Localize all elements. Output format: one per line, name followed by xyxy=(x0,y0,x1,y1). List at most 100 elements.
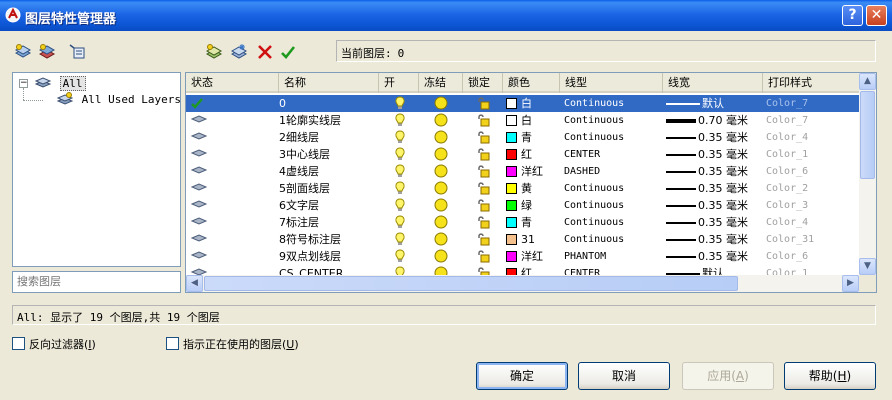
layer-lineweight[interactable]: 0.35 毫米 xyxy=(666,180,763,197)
column-header-lineweight[interactable]: 线宽 xyxy=(663,73,763,93)
unlocked-padlock-icon[interactable] xyxy=(476,181,490,198)
thaw-sun-icon[interactable] xyxy=(434,96,448,113)
lightbulb-on-icon[interactable] xyxy=(394,96,406,113)
layer-color[interactable]: 洋红 xyxy=(506,163,560,180)
layer-linetype[interactable]: Continuous xyxy=(564,197,663,214)
layer-name[interactable]: 5剖面线层 xyxy=(279,180,379,197)
scroll-right-button[interactable]: ▶ xyxy=(842,275,859,292)
column-header-color[interactable]: 颜色 xyxy=(503,73,560,93)
layer-linetype[interactable]: Continuous xyxy=(564,231,663,248)
layer-name[interactable]: 2细线层 xyxy=(279,129,379,146)
delete-layer-icon[interactable] xyxy=(256,43,274,61)
lightbulb-on-icon[interactable] xyxy=(394,249,406,266)
new-group-filter-icon[interactable] xyxy=(38,43,56,61)
layer-name[interactable]: 1轮廓实线层 xyxy=(279,112,379,129)
status-layer-icon[interactable] xyxy=(190,198,208,215)
layer-color[interactable]: 青 xyxy=(506,129,560,146)
layer-color[interactable]: 白 xyxy=(506,112,560,129)
unlocked-padlock-icon[interactable] xyxy=(476,164,490,181)
layer-name[interactable]: 7标注层 xyxy=(279,214,379,231)
column-header-status[interactable]: 状态 xyxy=(186,73,279,93)
tree-node-all-used-layers[interactable]: All Used Layers xyxy=(56,92,181,106)
table-row[interactable]: 0 白 Continuous 默认 Color_7 xyxy=(186,95,859,112)
table-row[interactable]: 3中心线层 红 CENTER 0.35 毫米 Color_1 xyxy=(186,146,859,163)
cancel-button[interactable]: 取消 xyxy=(578,362,670,390)
layer-color[interactable]: 红 xyxy=(506,146,560,163)
column-header-freeze[interactable]: 冻结 xyxy=(419,73,463,93)
layer-lineweight[interactable]: 0.35 毫米 xyxy=(666,163,763,180)
thaw-sun-icon[interactable] xyxy=(434,249,448,266)
help-title-button[interactable]: ? xyxy=(842,5,863,26)
layer-name[interactable]: 0 xyxy=(279,95,379,112)
thaw-sun-icon[interactable] xyxy=(434,113,448,130)
indicate-used-box[interactable] xyxy=(166,337,179,350)
lightbulb-on-icon[interactable] xyxy=(394,181,406,198)
status-layer-icon[interactable] xyxy=(190,147,208,164)
unlocked-padlock-icon[interactable] xyxy=(476,249,490,266)
table-row[interactable]: 4虚线层 洋红 DASHED 0.35 毫米 Color_6 xyxy=(186,163,859,180)
layer-list-grid[interactable]: 状态 名称 开 冻结 锁定 颜色 线型 线宽 打印样式 0 白 Continuous… xyxy=(185,72,877,293)
layer-name[interactable]: 6文字层 xyxy=(279,197,379,214)
layer-states-manager-icon[interactable] xyxy=(68,43,86,61)
column-header-linetype[interactable]: 线型 xyxy=(560,73,663,93)
layer-color[interactable]: 黄 xyxy=(506,180,560,197)
layer-lineweight[interactable]: 0.35 毫米 xyxy=(666,214,763,231)
new-property-filter-icon[interactable] xyxy=(14,43,32,61)
layer-lineweight[interactable]: 0.70 毫米 xyxy=(666,112,763,129)
layer-linetype[interactable]: Continuous xyxy=(564,112,663,129)
layer-linetype[interactable]: PHANTOM xyxy=(564,248,663,265)
layer-lineweight[interactable]: 0.35 毫米 xyxy=(666,197,763,214)
set-current-icon[interactable] xyxy=(279,43,297,61)
layer-lineweight[interactable]: 0.35 毫米 xyxy=(666,231,763,248)
lightbulb-on-icon[interactable] xyxy=(394,147,406,164)
horizontal-scroll-thumb[interactable] xyxy=(204,276,738,291)
unlocked-padlock-icon[interactable] xyxy=(476,113,490,130)
layer-name[interactable]: 9双点划线层 xyxy=(279,248,379,265)
new-layer-vp-frozen-icon[interactable] xyxy=(230,43,248,61)
layer-linetype[interactable]: Continuous xyxy=(564,129,663,146)
table-row[interactable]: 9双点划线层 洋红 PHANTOM 0.35 毫米 Color_6 xyxy=(186,248,859,265)
layer-name[interactable]: 4虚线层 xyxy=(279,163,379,180)
layer-lineweight[interactable]: 0.35 毫米 xyxy=(666,129,763,146)
layer-color[interactable]: 洋红 xyxy=(506,248,560,265)
scroll-left-button[interactable]: ◀ xyxy=(186,275,203,292)
table-row[interactable]: 5剖面线层 黄 Continuous 0.35 毫米 Color_2 xyxy=(186,180,859,197)
status-layer-icon[interactable] xyxy=(190,215,208,232)
unlocked-padlock-icon[interactable] xyxy=(476,232,490,249)
unlocked-padlock-icon[interactable] xyxy=(476,215,490,232)
layer-lineweight[interactable]: 0.35 毫米 xyxy=(666,146,763,163)
unlocked-padlock-icon[interactable] xyxy=(476,96,490,113)
thaw-sun-icon[interactable] xyxy=(434,181,448,198)
layer-color[interactable]: 绿 xyxy=(506,197,560,214)
status-layer-icon[interactable] xyxy=(190,113,208,130)
invert-filter-box[interactable] xyxy=(12,337,25,350)
vertical-scroll-thumb[interactable] xyxy=(860,91,875,179)
layer-linetype[interactable]: DASHED xyxy=(564,163,663,180)
column-header-name[interactable]: 名称 xyxy=(279,73,379,93)
status-layer-icon[interactable] xyxy=(190,249,208,266)
status-layer-icon[interactable] xyxy=(190,164,208,181)
title-bar[interactable]: 图层特性管理器 ? ✕ xyxy=(0,0,892,31)
filter-tree[interactable]: − All All Used Layers xyxy=(12,72,181,267)
lightbulb-on-icon[interactable] xyxy=(394,215,406,232)
lightbulb-on-icon[interactable] xyxy=(394,232,406,249)
thaw-sun-icon[interactable] xyxy=(434,232,448,249)
status-layer-icon[interactable] xyxy=(190,181,208,198)
unlocked-padlock-icon[interactable] xyxy=(476,130,490,147)
column-header-on[interactable]: 开 xyxy=(379,73,419,93)
layer-color[interactable]: 白 xyxy=(506,95,560,112)
lightbulb-on-icon[interactable] xyxy=(394,130,406,147)
column-header-lock[interactable]: 锁定 xyxy=(463,73,503,93)
table-row[interactable]: 2细线层 青 Continuous 0.35 毫米 Color_4 xyxy=(186,129,859,146)
unlocked-padlock-icon[interactable] xyxy=(476,147,490,164)
thaw-sun-icon[interactable] xyxy=(434,198,448,215)
layer-linetype[interactable]: Continuous xyxy=(564,214,663,231)
apply-button[interactable]: 应用(A) xyxy=(682,362,774,390)
layer-name[interactable]: 8符号标注层 xyxy=(279,231,379,248)
status-layer-icon[interactable] xyxy=(190,232,208,249)
close-button[interactable]: ✕ xyxy=(866,5,887,26)
table-row[interactable]: 8符号标注层 31 Continuous 0.35 毫米 Color_31 xyxy=(186,231,859,248)
new-layer-icon[interactable] xyxy=(205,43,223,61)
layer-lineweight[interactable]: 0.35 毫米 xyxy=(666,248,763,265)
lightbulb-on-icon[interactable] xyxy=(394,164,406,181)
